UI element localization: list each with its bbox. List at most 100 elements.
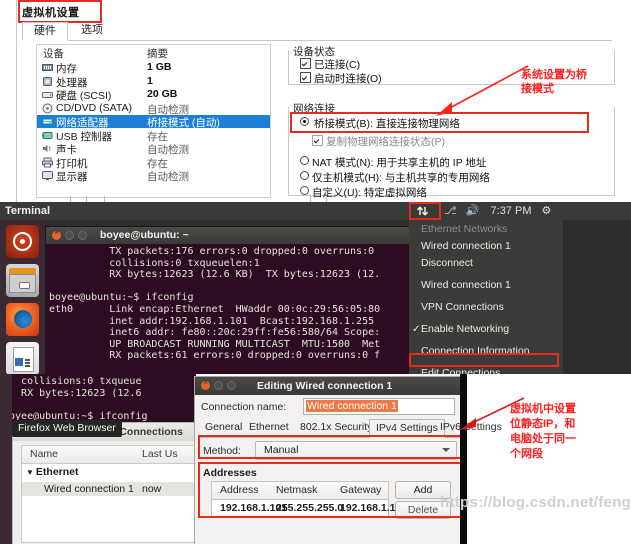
firefox-icon[interactable]	[6, 303, 39, 336]
ubuntu-desktop: Terminal boyee@ubuntu: ~ TX packets:176 …	[0, 202, 631, 374]
close-icon[interactable]	[201, 377, 210, 390]
connections-group-ethernet[interactable]: ▼ Ethernet	[26, 466, 79, 478]
cddvd-icon	[42, 103, 53, 114]
device-summary: 自动检测	[147, 171, 189, 183]
firefox-tooltip: Firefox Web Browser	[12, 420, 122, 437]
annotation-bridged-mode: 系统设置为桥 接模式	[521, 68, 621, 96]
vm-tab-strip: 硬件 选项	[22, 22, 612, 41]
terminal-window[interactable]: boyee@ubuntu: ~ TX packets:176 errors:0 …	[45, 226, 446, 374]
device-row-sound[interactable]: 声卡 自动检测	[37, 142, 270, 156]
network-indicator-menu[interactable]: Ethernet Networks Wired connection 1 Disco…	[409, 220, 563, 374]
radio-host-only[interactable]: 仅主机模式(H): 与主机共享的专用网络	[300, 170, 490, 185]
menu-item-label: Ethernet Networks	[421, 223, 508, 235]
terminal-output: TX packets:176 errors:0 dropped:0 overru…	[49, 246, 381, 362]
menu-item-label: Disconnect	[421, 257, 473, 269]
tab-hardware[interactable]: 硬件	[22, 22, 68, 41]
checkbox-connect-at-poweron-box[interactable]	[300, 72, 311, 83]
menu-item-disconnect[interactable]: Disconnect	[409, 256, 563, 271]
network-indicator-highlight-box	[409, 202, 441, 220]
tab-options[interactable]: 选项	[70, 22, 114, 39]
tab-ethernet[interactable]: Ethernet	[243, 419, 295, 436]
radio-nat-label: NAT 模式(N): 用于共享主机的 IP 地址	[312, 157, 487, 169]
edit-connection-dialog[interactable]: Editing Wired connection 1 Connection na…	[194, 376, 502, 544]
connection-name-input[interactable]: Wired connection 1	[303, 398, 455, 415]
watermark: https://blog.csdn.net/fengweibo112	[440, 494, 631, 511]
device-summary: 1 GB	[147, 61, 172, 73]
device-list[interactable]: 设备 摘要 内存 1 GB 处理器 1 硬盘 (SCSI) 20 GB CD/DVD (SA…	[36, 44, 271, 198]
terminal-title: boyee@ubuntu: ~	[100, 229, 189, 241]
connection-name-label: Connection name:	[201, 401, 287, 413]
tab-802-1x-security[interactable]: 802.1x Security	[294, 419, 378, 436]
device-name: CD/DVD (SATA)	[56, 101, 133, 114]
radio-nat[interactable]: NAT 模式(N): 用于共享主机的 IP 地址	[300, 155, 486, 170]
menu-item-wired-connection-1[interactable]: Wired connection 1	[409, 239, 563, 254]
column-header-last-used: Last Us	[142, 448, 178, 460]
menu-item-label: Wired connection 1	[421, 240, 511, 252]
cpu-icon	[42, 76, 53, 87]
connections-list[interactable]: Name Last Us ▼ Ethernet Wired connection …	[21, 445, 205, 543]
volume-icon[interactable]: 🔊	[466, 205, 480, 217]
device-row-network[interactable]: 网络适配器 桥接模式 (自动)	[37, 115, 270, 129]
gear-icon[interactable]: ⚙	[542, 205, 552, 217]
method-highlight-box	[198, 435, 464, 459]
list-item[interactable]: Wired connection 1 now	[22, 482, 204, 496]
radio-custom[interactable]: 自定义(U): 特定虚拟网络	[300, 185, 427, 200]
connection-last-used: now	[142, 483, 162, 495]
menu-item-enable-networking[interactable]: ✓ Enable Networking	[409, 322, 563, 337]
network-connections-window[interactable]: Network Connections Name Last Us ▼ Ethern…	[12, 422, 210, 544]
column-header-device: 设备	[43, 48, 64, 60]
annotation-bridged-line1: 系统设置为桥 接模式	[521, 69, 587, 95]
documents-icon[interactable]	[6, 342, 39, 374]
device-row-disk[interactable]: 硬盘 (SCSI) 20 GB	[37, 88, 270, 102]
device-row-usb[interactable]: USB 控制器 存在	[37, 129, 270, 143]
close-icon[interactable]	[52, 227, 61, 240]
tab-general[interactable]: General	[199, 419, 248, 436]
printer-icon	[42, 157, 53, 168]
maximize-icon[interactable]	[227, 381, 236, 390]
chevron-down-icon[interactable]: ▼	[26, 468, 34, 477]
terminal-titlebar: boyee@ubuntu: ~	[46, 227, 445, 244]
connection-name: Wired connection 1	[44, 483, 134, 495]
checkbox-connected-box[interactable]	[300, 58, 311, 69]
bluetooth-icon[interactable]: ⎇	[444, 205, 457, 217]
checkbox-replicate-state-box[interactable]	[312, 135, 323, 146]
disk-icon	[42, 89, 53, 100]
device-summary: 1	[147, 74, 153, 87]
minimize-icon[interactable]	[65, 231, 74, 240]
window-left-edge	[16, 0, 17, 202]
device-row-cpu[interactable]: 处理器 1	[37, 74, 270, 89]
checkbox-replicate-state-label: 复制物理网络连接状态(P)	[326, 136, 445, 148]
unity-launcher-strip[interactable]	[0, 374, 12, 544]
terminal-window-title: Terminal	[5, 205, 51, 217]
radio-custom-dot[interactable]	[300, 186, 309, 195]
checkbox-connect-at-poweron[interactable]: 启动时连接(O)	[300, 71, 382, 86]
clock-label[interactable]: 7:37 PM	[491, 205, 532, 217]
unity-launcher[interactable]	[0, 220, 45, 374]
minimize-icon[interactable]	[214, 381, 223, 390]
menu-item-edit-connections[interactable]: Edit Connections...	[409, 366, 563, 374]
files-icon[interactable]	[6, 264, 39, 297]
device-row-memory[interactable]: 内存 1 GB	[37, 61, 270, 75]
menu-item-vpn-connections[interactable]: VPN Connections	[409, 300, 563, 315]
checkbox-connected-label: 已连接(C)	[314, 59, 361, 71]
title-highlight-box	[18, 0, 102, 23]
menu-item-label: Enable Networking	[421, 323, 510, 335]
bottom-section: collisions:0 txqueue RX bytes:12623 (12.…	[0, 374, 631, 544]
device-row-printer[interactable]: 打印机 存在	[37, 156, 270, 170]
menu-item-ethernet-networks: Ethernet Networks	[409, 222, 563, 237]
device-summary: 20 GB	[147, 88, 178, 100]
menu-item-wired-connection-1[interactable]: Wired connection 1	[409, 278, 563, 293]
ubuntu-dash-icon[interactable]	[6, 225, 39, 258]
annotation-arrow-1-icon	[436, 65, 529, 116]
checkbox-connected[interactable]: 已连接(C)	[300, 57, 360, 72]
radio-nat-dot[interactable]	[300, 156, 309, 165]
device-row-display[interactable]: 显示器 自动检测	[37, 169, 270, 183]
addresses-highlight-box	[198, 462, 464, 518]
memory-icon	[42, 62, 53, 73]
device-row-cddvd[interactable]: CD/DVD (SATA) 自动检测	[37, 101, 270, 116]
maximize-icon[interactable]	[78, 231, 87, 240]
radio-host-only-dot[interactable]	[300, 171, 309, 180]
device-name: 显示器	[56, 171, 88, 183]
checkbox-replicate-state[interactable]: 复制物理网络连接状态(P)	[312, 134, 445, 149]
connection-name-value: Wired connection 1	[306, 400, 398, 412]
